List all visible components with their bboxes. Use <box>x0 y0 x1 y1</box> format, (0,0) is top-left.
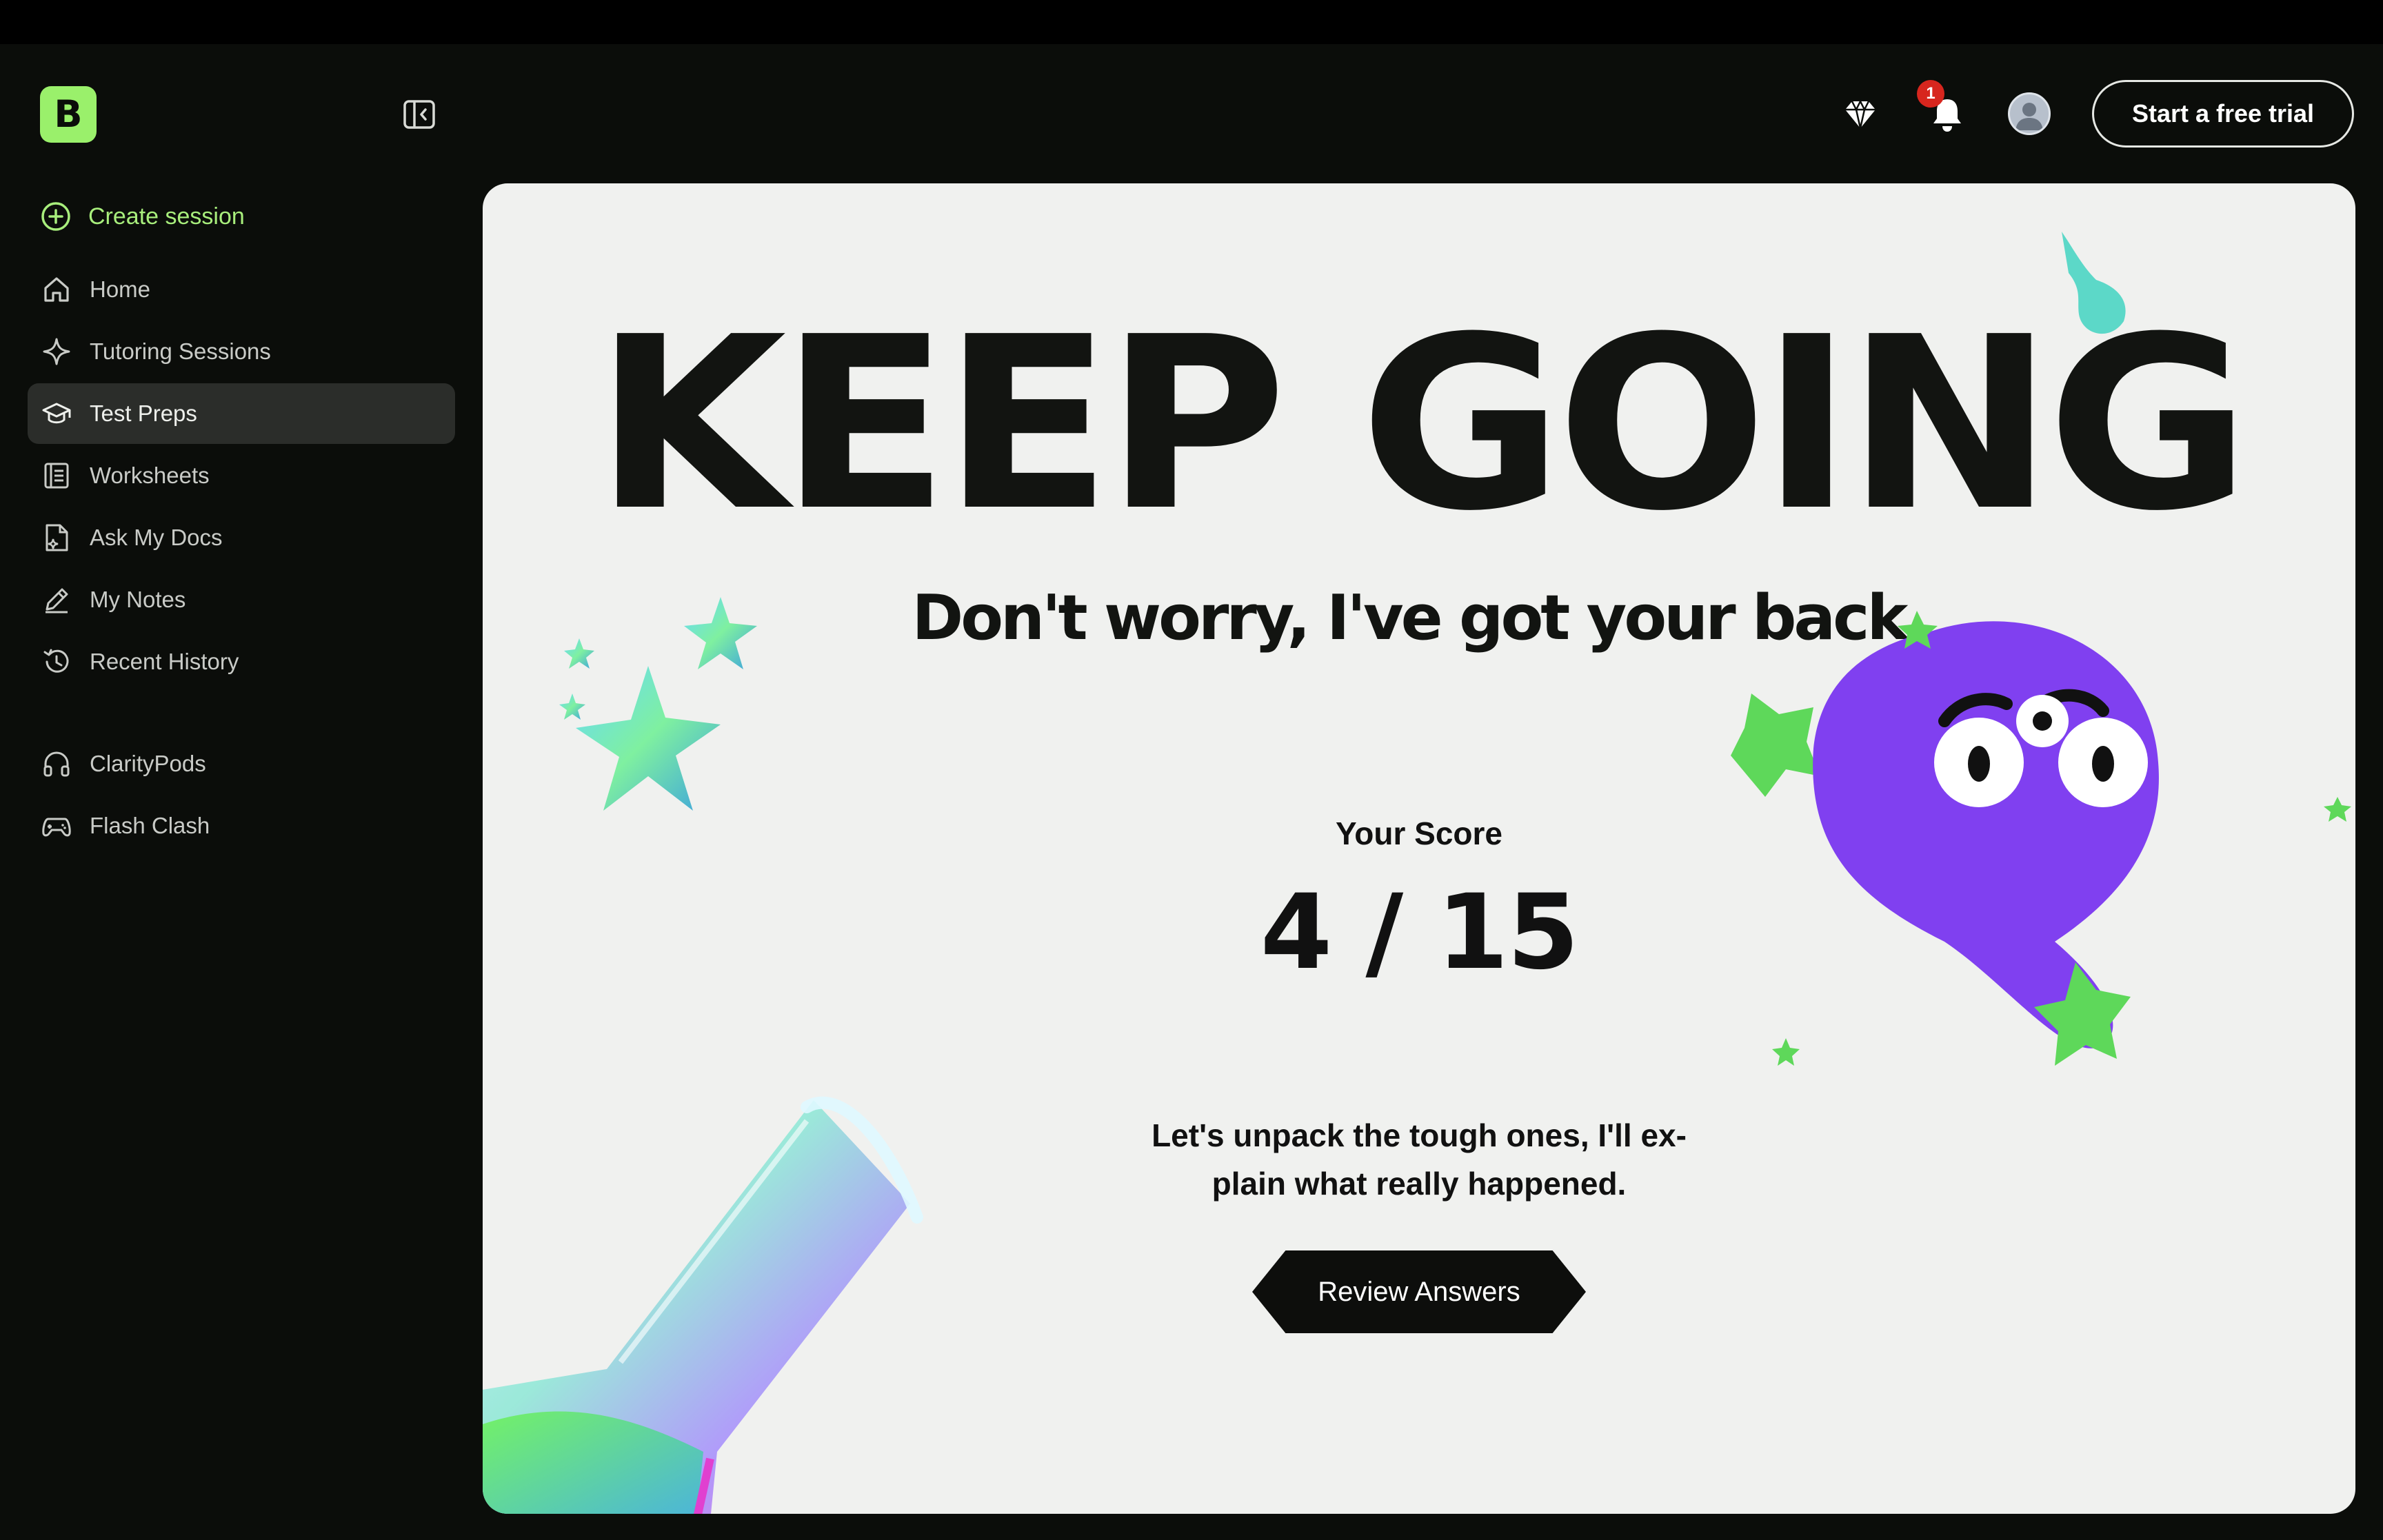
history-icon <box>43 649 69 673</box>
sidebar-item-test-preps[interactable]: Test Preps <box>28 383 455 444</box>
headline: KEEP GOING <box>594 285 2251 563</box>
create-session-label: Create session <box>88 203 245 230</box>
review-answers-button[interactable]: Review Answers <box>1252 1250 1586 1333</box>
flask-illustration <box>483 1096 923 1514</box>
worksheet-icon <box>44 463 69 489</box>
sidebar-nav: Home Tutoring Sessions Test Preps Worksh… <box>28 259 455 858</box>
result-card: KEEP GOING Don't worry, I've got your ba… <box>483 183 2355 1514</box>
sidebar-item-flash-clash[interactable]: Flash Clash <box>28 796 455 856</box>
sidebar-item-label: ClarityPods <box>90 751 206 776</box>
sidebar-item-worksheets[interactable]: Worksheets <box>28 445 455 506</box>
sidebar-item-label: My Notes <box>90 587 186 612</box>
plus-circle-icon <box>41 202 70 231</box>
message-line-1: Let's unpack the tough ones, I'll ex- <box>1152 1117 1687 1153</box>
pencil-icon <box>46 588 68 614</box>
encouragement-message: Let's unpack the tough ones, I'll ex- pl… <box>1109 1111 1729 1208</box>
top-strip <box>0 0 2383 44</box>
sidebar-item-my-notes[interactable]: My Notes <box>28 569 455 630</box>
gem-icon[interactable] <box>1842 97 1878 132</box>
sidebar-item-label: Recent History <box>90 649 239 674</box>
home-icon <box>44 277 69 302</box>
sidebar-item-label: Flash Clash <box>90 813 210 838</box>
app-logo[interactable]: B <box>40 86 97 143</box>
start-free-trial-button[interactable]: Start a free trial <box>2092 80 2354 148</box>
sidebar-item-label: Worksheets <box>90 463 210 488</box>
sidebar-item-label: Home <box>90 276 151 302</box>
score-label: Your Score <box>1336 815 1502 851</box>
sidebar: B Create session Home Tutoring Sessions <box>0 44 469 1540</box>
message-line-2: plain what really happened. <box>1211 1166 1627 1202</box>
notification-badge: 1 <box>1917 80 1944 108</box>
headphones-icon <box>43 751 70 777</box>
collapse-sidebar-icon[interactable] <box>403 99 436 130</box>
sidebar-item-label: Tutoring Sessions <box>90 338 271 364</box>
sidebar-item-label: Ask My Docs <box>90 525 223 550</box>
sidebar-item-tutoring-sessions[interactable]: Tutoring Sessions <box>28 321 455 382</box>
user-avatar[interactable] <box>2008 92 2051 135</box>
score-value: 4 / 15 <box>1260 873 1579 993</box>
sidebar-item-claritypods[interactable]: ClarityPods <box>28 733 455 794</box>
sparkle-icon <box>43 338 70 365</box>
sidebar-item-ask-my-docs[interactable]: Ask My Docs <box>28 507 455 568</box>
create-session-button[interactable]: Create session <box>40 196 245 237</box>
graduation-cap-icon <box>42 403 71 424</box>
sidebar-item-label: Test Preps <box>90 401 197 426</box>
sidebar-item-recent-history[interactable]: Recent History <box>28 631 455 692</box>
gamepad-icon <box>42 818 71 837</box>
sidebar-item-home[interactable]: Home <box>28 259 455 320</box>
logo-letter: B <box>54 92 83 136</box>
document-icon <box>46 524 68 551</box>
